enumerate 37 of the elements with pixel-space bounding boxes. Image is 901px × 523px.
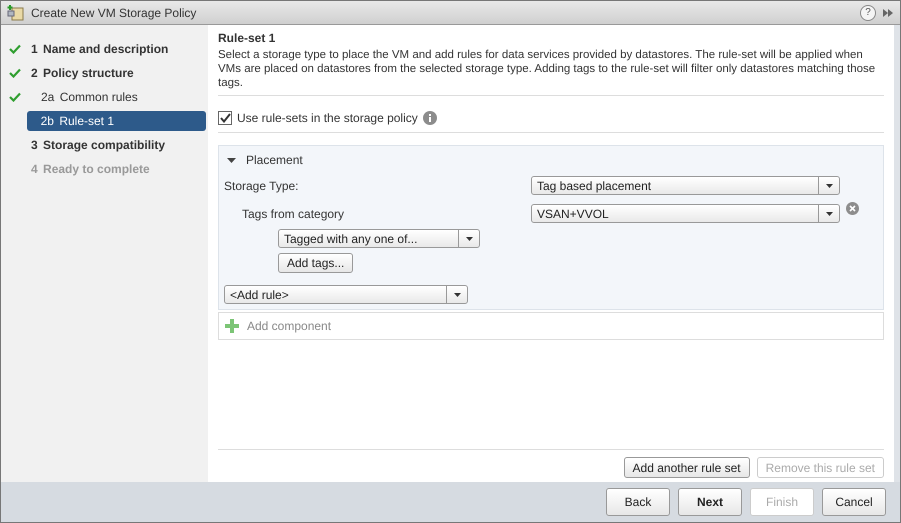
wizard-button[interactable]: Next (678, 488, 742, 516)
description-text: Select a storage type to place the VM and add rules for data services provided by datastores. The rule-set will be applied when VMs are placed on datastores from the selected storage type. Adding tags to the rule-set will filter only datastores matching those tags. (218, 48, 876, 90)
field-label: Storage Type: (224, 178, 300, 192)
window-title: Create New VM Storage Policy (31, 6, 196, 20)
add-component-row[interactable]: Add component (218, 312, 884, 340)
remove-icon[interactable] (846, 202, 859, 215)
rule-set-button[interactable]: Add another rule set (624, 457, 750, 478)
section-heading: Rule-set 1 (218, 31, 276, 45)
caret-icon (826, 212, 832, 216)
wizard-button[interactable]: Cancel (822, 488, 886, 516)
help-button[interactable]: ? (860, 4, 876, 20)
wizard-step[interactable]: 3 Storage compatibility (1, 133, 206, 157)
double-arrow-icon[interactable] (882, 8, 894, 18)
checkmark-icon (9, 68, 21, 78)
info-icon[interactable] (422, 111, 437, 125)
wizard-step[interactable]: 2 Policy structure (1, 61, 206, 85)
wizard-step[interactable]: 1 Name and description (1, 37, 206, 61)
add-rule-dropdown[interactable]: <Add rule> (224, 285, 468, 304)
caret-icon (826, 184, 832, 188)
field-label: Tags from category (241, 206, 346, 220)
policy-icon (7, 4, 25, 20)
wizard-button[interactable]: Back (606, 488, 670, 516)
tag-mode-dropdown[interactable]: Tagged with any one of... (278, 229, 480, 248)
caret-icon (227, 158, 236, 162)
checkbox-label: Use rule-sets in the storage policy (237, 111, 418, 125)
caret-icon (454, 292, 460, 296)
checkmark-icon (9, 44, 21, 54)
caret-icon (466, 236, 472, 240)
plus-icon (225, 319, 239, 333)
tag-category-dropdown[interactable]: VSAN+VVOL (531, 204, 840, 223)
section-header[interactable]: Placement (224, 152, 878, 168)
checkmark-icon (9, 92, 21, 102)
storage-type-dropdown[interactable]: Tag based placement (531, 176, 840, 195)
wizard-step[interactable]: 2a Common rules (1, 85, 206, 109)
checkbox[interactable] (218, 111, 232, 125)
add-component-label: Add component (247, 319, 332, 333)
add-tags-button[interactable]: Add tags... (278, 253, 354, 273)
